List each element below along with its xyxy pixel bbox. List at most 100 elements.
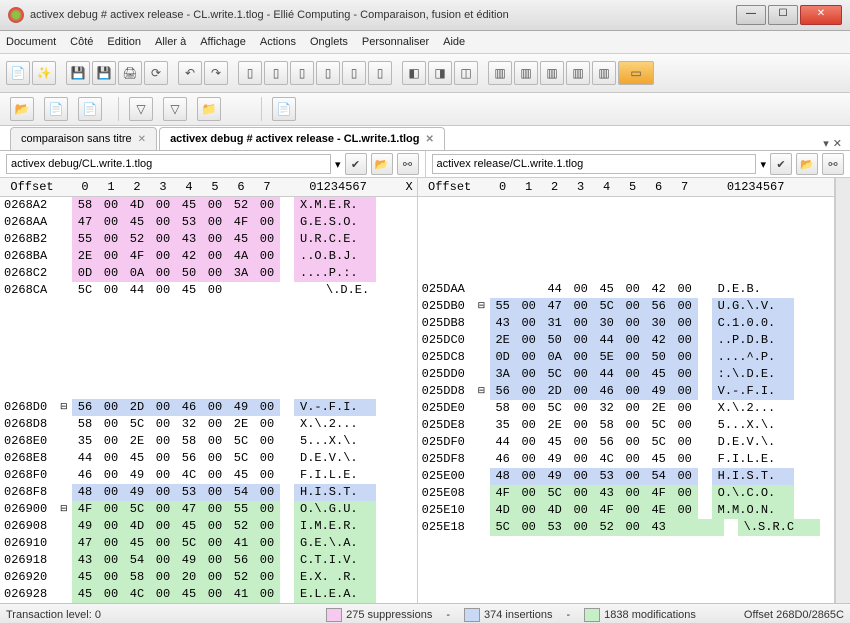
hex-row[interactable]: 025DF8460049004C004500F.I.L.E. [418,451,835,468]
menu-onglets[interactable]: Onglets [310,36,348,48]
merge-right-icon[interactable]: ◨ [428,61,452,85]
hex-row[interactable]: 026900⊟4F005C0047005500O.\.G.U. [0,501,417,518]
save-icon[interactable]: 💾 [66,61,90,85]
menu-actions[interactable]: Actions [260,36,296,48]
close-tab-icon[interactable]: ✕ [426,134,434,145]
redo-icon[interactable]: ↷ [204,61,228,85]
link-icon[interactable]: ⚯ [397,153,419,175]
hex-row[interactable]: 0269184300540049005600C.T.I.V. [0,552,417,569]
merge-both-icon[interactable]: ◫ [454,61,478,85]
link-icon[interactable]: ⚯ [822,153,844,175]
tabstrip-close-icon[interactable]: ✕ [833,137,842,150]
layout-full-icon[interactable]: ▭ [618,61,654,85]
hex-row[interactable]: 025E104D004D004F004E00M.M.O.N. [418,502,835,519]
tab-active[interactable]: activex debug # activex release - CL.wri… [159,127,445,150]
hex-row[interactable]: 0268A258004D0045005200X.M.E.R. [0,197,417,214]
menu-affichage[interactable]: Affichage [200,36,246,48]
merge-left-icon[interactable]: ◧ [402,61,426,85]
hex-row[interactable] [418,586,835,603]
file-a-icon[interactable]: 📄 [44,97,68,121]
diff-nav-1-icon[interactable]: ▯ [238,61,262,85]
hex-row[interactable] [418,231,835,248]
path-input-left[interactable] [6,154,331,174]
diff-nav-5-icon[interactable]: ▯ [342,61,366,85]
menu-document[interactable]: Document [6,36,56,48]
hex-row[interactable]: 0268AA4700450053004F00G.E.S.O. [0,214,417,231]
hex-row[interactable]: 025E084F005C0043004F00O.\.C.O. [418,485,835,502]
hex-row[interactable]: 025E004800490053005400H.I.S.T. [418,468,835,485]
undo-icon[interactable]: ↶ [178,61,202,85]
diff-nav-2-icon[interactable]: ▯ [264,61,288,85]
hex-row[interactable] [418,264,835,281]
layout-5-icon[interactable]: ▥ [592,61,616,85]
hex-row[interactable] [418,536,835,553]
hex-row[interactable] [418,553,835,570]
menu-cote[interactable]: Côté [70,36,93,48]
folder-open-icon[interactable]: 📂 [10,97,34,121]
vertical-scrollbar[interactable] [835,178,850,603]
hex-row[interactable] [0,299,417,316]
right-body[interactable]: 025DAA440045004200 D.E.B.025DB0⊟55004700… [418,197,835,603]
hex-row[interactable] [0,332,417,349]
hex-row[interactable]: 025DC02E00500044004200..P.D.B. [418,332,835,349]
hex-row[interactable]: 0268CA5C0044004500\.D.E. [0,282,417,299]
menu-edition[interactable]: Edition [107,36,141,48]
layout-3-icon[interactable]: ▥ [540,61,564,85]
hex-row[interactable]: 0268C20D000A0050003A00....P.:. [0,265,417,282]
hex-row[interactable] [418,197,835,214]
menu-aide[interactable]: Aide [443,36,465,48]
hex-row[interactable] [418,247,835,264]
hex-row[interactable]: 0268D858005C0032002E00X.\.2... [0,416,417,433]
refresh-icon[interactable]: ⟳ [144,61,168,85]
apply-icon[interactable]: ✔ [345,153,367,175]
minimize-button[interactable]: — [736,5,766,25]
hex-row[interactable]: 025DB0⊟550047005C005600U.G.\.V. [418,298,835,315]
folder-filter-icon[interactable]: 📁 [197,97,221,121]
left-body[interactable]: 0268A258004D0045005200X.M.E.R.0268AA4700… [0,197,417,603]
save-all-icon[interactable]: 💾 [92,61,116,85]
hex-row[interactable]: 0268F84800490053005400H.I.S.T. [0,484,417,501]
hex-row[interactable]: 025E185C005300520043\.S.R.C [418,519,835,536]
hex-row[interactable]: 02692845004C0045004100E.L.E.A. [0,586,417,603]
wand-icon[interactable]: ✨ [32,61,56,85]
hex-row[interactable] [418,214,835,231]
hex-row[interactable]: 025DD03A005C0044004500:.\.D.E. [418,366,835,383]
hex-row[interactable] [0,349,417,366]
layout-4-icon[interactable]: ▥ [566,61,590,85]
new-doc-icon[interactable]: 📄 [6,61,30,85]
apply-icon[interactable]: ✔ [770,153,792,175]
hex-row[interactable]: 0269204500580020005200E.X. .R. [0,569,417,586]
hex-row[interactable]: 0268E035002E0058005C005...X.\. [0,433,417,450]
menu-aller-a[interactable]: Aller à [155,36,186,48]
tab-menu-icon[interactable]: ▾ [823,137,829,150]
tab-untitled[interactable]: comparaison sans titre ✕ [10,127,157,150]
hex-row[interactable] [0,382,417,399]
maximize-button[interactable]: ☐ [768,5,798,25]
browse-icon[interactable]: 📂 [371,153,393,175]
diff-nav-6-icon[interactable]: ▯ [368,61,392,85]
print-icon[interactable]: 🖨 [118,61,142,85]
filter-2-icon[interactable]: ▽ [163,97,187,121]
diff-nav-3-icon[interactable]: ▯ [290,61,314,85]
hex-row[interactable]: 025DB84300310030003000C.1.0.0. [418,315,835,332]
hex-view-icon[interactable]: 📄 [272,97,296,121]
file-b-icon[interactable]: 📄 [78,97,102,121]
close-button[interactable]: ✕ [800,5,842,25]
diff-nav-4-icon[interactable]: ▯ [316,61,340,85]
hex-row[interactable]: 026910470045005C004100G.E.\.A. [0,535,417,552]
hex-row[interactable] [0,316,417,333]
hex-row[interactable] [0,366,417,383]
hex-row[interactable]: 0268F0460049004C004500F.I.L.E. [0,467,417,484]
layout-1-icon[interactable]: ▥ [488,61,512,85]
layout-2-icon[interactable]: ▥ [514,61,538,85]
menu-personnaliser[interactable]: Personnaliser [362,36,429,48]
filter-icon[interactable]: ▽ [129,97,153,121]
hex-row[interactable]: 025DAA440045004200 D.E.B. [418,281,835,298]
hex-row[interactable]: 025DE058005C0032002E00X.\.2... [418,400,835,417]
hex-row[interactable]: 0268BA2E004F0042004A00..O.B.J. [0,248,417,265]
close-tab-icon[interactable]: ✕ [138,134,146,145]
browse-icon[interactable]: 📂 [796,153,818,175]
hex-row[interactable]: 02690849004D0045005200I.M.E.R. [0,518,417,535]
path-input-right[interactable] [432,154,757,174]
hex-row[interactable]: 0268D0⊟56002D0046004900V.-.F.I. [0,399,417,416]
